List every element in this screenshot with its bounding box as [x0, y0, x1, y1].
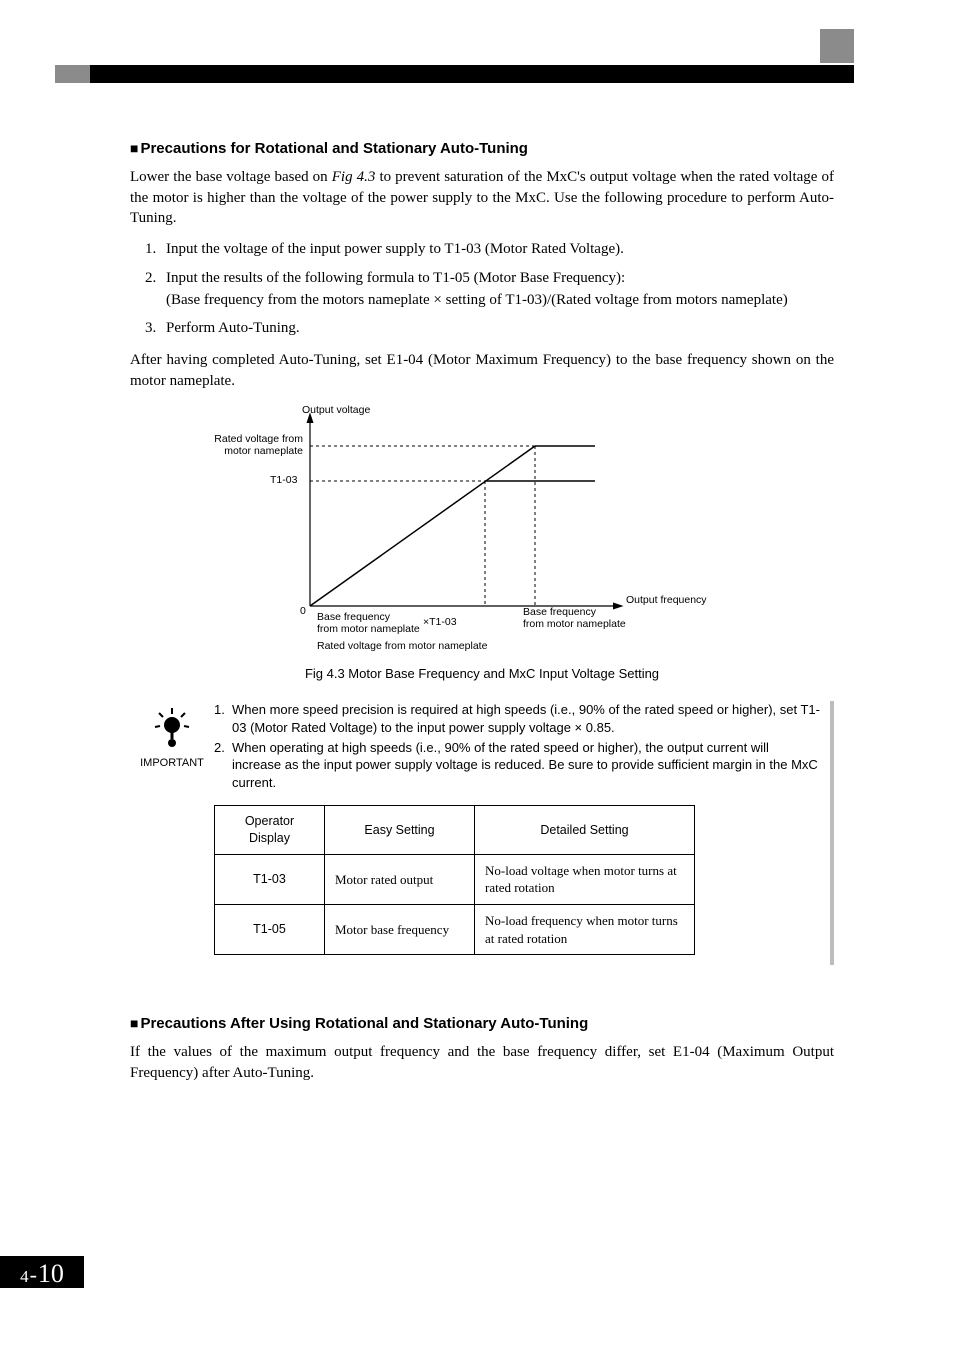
intro-ref: Fig 4.3: [332, 169, 376, 185]
important-label: IMPORTANT: [130, 757, 214, 769]
step-2-detail: (Base frequency from the motors nameplat…: [166, 292, 788, 308]
cell-easy-1: Motor base frequency: [325, 905, 475, 955]
figure-caption: Fig 4.3 Motor Base Frequency and MxC Inp…: [130, 666, 834, 681]
important-left: IMPORTANT: [130, 701, 214, 965]
fig-zero: 0: [300, 605, 306, 617]
section1-title: Precautions for Rotational and Stationar…: [130, 140, 834, 157]
th-operator: Operator Display: [215, 806, 325, 855]
fig-rated-v: Rated voltage frommotor nameplate: [200, 434, 303, 457]
fig-base-freq-right: Base frequencyfrom motor nameplate: [523, 607, 626, 630]
cell-op-0: T1-03: [215, 854, 325, 904]
note-1: 1. When more speed precision is required…: [214, 701, 820, 736]
fig-rated-v-bottom: Rated voltage from motor nameplate: [317, 640, 487, 652]
note-2-text: When operating at high speeds (i.e., 90%…: [232, 739, 820, 792]
step-2-text: Input the results of the following formu…: [166, 270, 625, 286]
header-bar: [55, 65, 854, 83]
th-easy: Easy Setting: [325, 806, 475, 855]
cell-det-1: No-load frequency when motor turns at ra…: [475, 905, 695, 955]
section1-after: After having completed Auto-Tuning, set …: [130, 350, 834, 391]
note-1-text: When more speed precision is required at…: [232, 701, 820, 736]
note-2-num: 2.: [214, 739, 232, 792]
steps-list: Input the voltage of the input power sup…: [160, 239, 834, 340]
chapter-num: 4: [20, 1267, 29, 1287]
note-1-num: 1.: [214, 701, 232, 736]
fig-t1-03: T1-03: [270, 474, 297, 486]
important-icon: [149, 705, 195, 751]
cell-op-1: T1-05: [215, 905, 325, 955]
settings-table: Operator Display Easy Setting Detailed S…: [214, 805, 695, 955]
step-2: Input the results of the following formu…: [160, 268, 834, 312]
section2-body: If the values of the maximum output freq…: [130, 1042, 834, 1083]
content: Precautions for Rotational and Stationar…: [130, 140, 834, 1093]
important-notes: 1. When more speed precision is required…: [214, 701, 830, 965]
th-detailed: Detailed Setting: [475, 806, 695, 855]
page-number: 4 - 10: [0, 1256, 84, 1288]
cell-easy-0: Motor rated output: [325, 854, 475, 904]
section1-intro: Lower the base voltage based on Fig 4.3 …: [130, 167, 834, 229]
fig-x-axis-label: Output frequency: [626, 594, 707, 606]
section2: Precautions After Using Rotational and S…: [130, 1015, 834, 1083]
section2-title: Precautions After Using Rotational and S…: [130, 1015, 834, 1032]
fig-times-t1-03: ×T1-03: [423, 616, 457, 628]
page-dash: -: [30, 1262, 37, 1288]
page: Precautions for Rotational and Stationar…: [0, 0, 954, 1350]
fig-base-freq-left: Base frequencyfrom motor nameplate: [317, 612, 420, 635]
header-bar-accent: [55, 65, 90, 83]
table-header: Operator Display Easy Setting Detailed S…: [215, 806, 695, 855]
figure-4-3: Output voltage Rated voltage frommotor n…: [200, 406, 660, 656]
step-3: Perform Auto-Tuning.: [160, 318, 834, 340]
table-row: T1-03 Motor rated output No-load voltage…: [215, 854, 695, 904]
header-tab: [820, 29, 854, 63]
cell-det-0: No-load voltage when motor turns at rate…: [475, 854, 695, 904]
note-2: 2. When operating at high speeds (i.e., …: [214, 739, 820, 792]
step-1: Input the voltage of the input power sup…: [160, 239, 834, 261]
page-num: 10: [38, 1259, 64, 1289]
intro-a: Lower the base voltage based on: [130, 169, 332, 185]
fig-y-axis-label: Output voltage: [302, 404, 370, 416]
table-row: T1-05 Motor base frequency No-load frequ…: [215, 905, 695, 955]
important-block: IMPORTANT 1. When more speed precision i…: [130, 701, 834, 965]
